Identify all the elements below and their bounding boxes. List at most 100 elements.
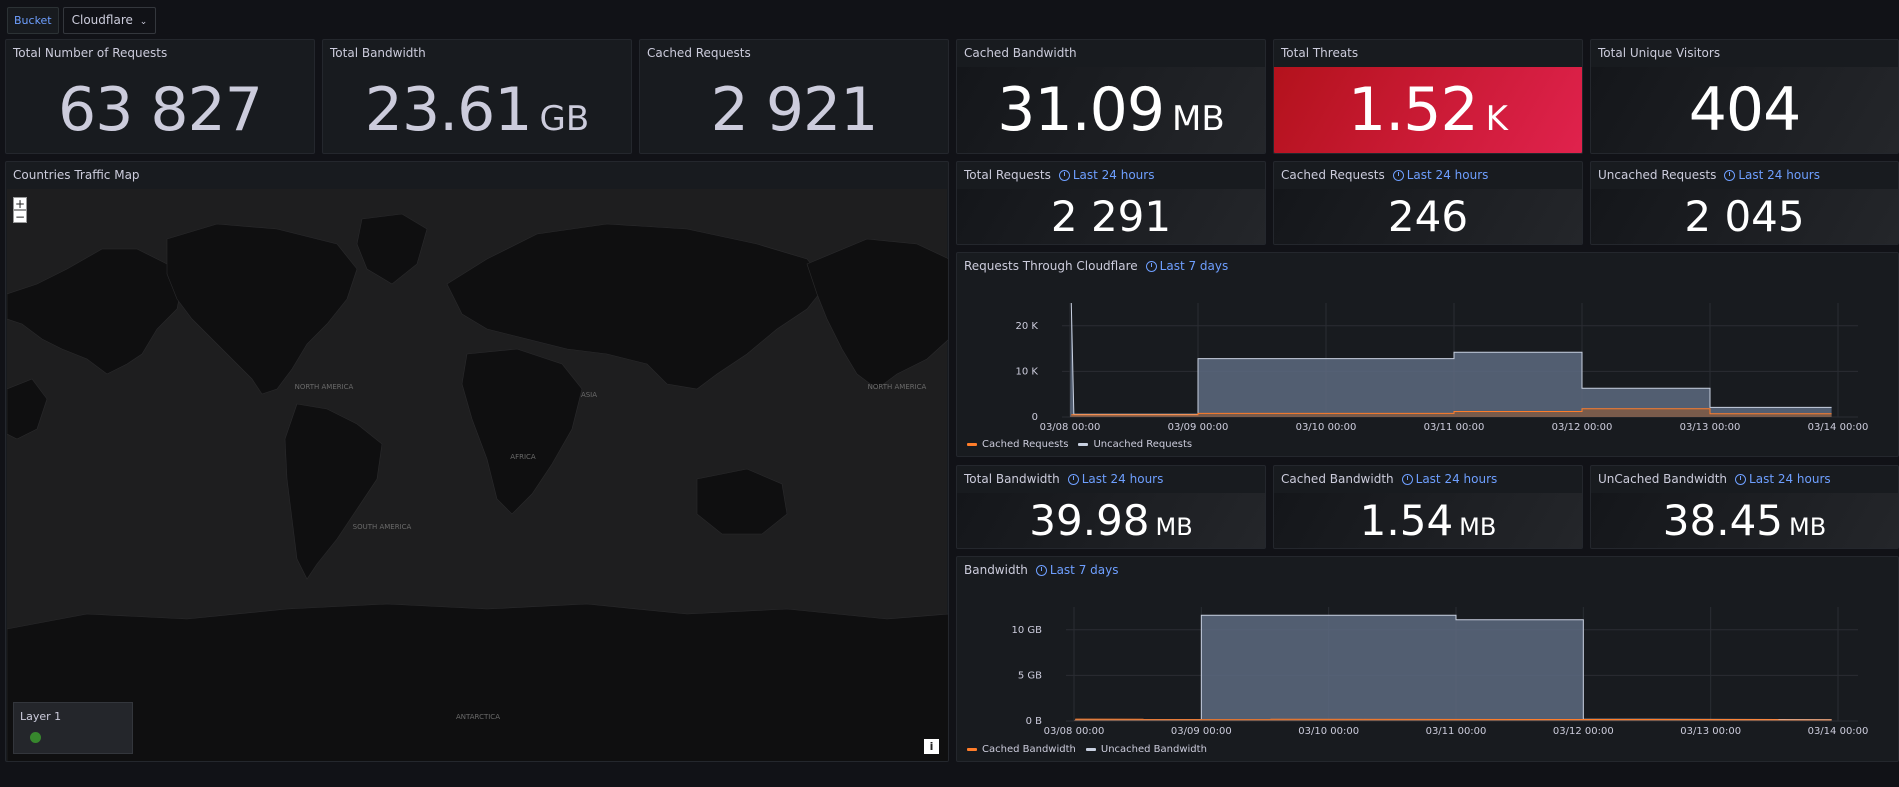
info-button[interactable]: i — [924, 739, 939, 754]
datasource-value: Cloudflare — [71, 13, 133, 27]
panel-title: Total Unique Visitors — [1598, 46, 1721, 60]
legend-label: Cached Requests — [982, 439, 1069, 450]
time-range-badge[interactable]: Last 24 hours — [1724, 168, 1820, 182]
map-label: SOUTH AMERICA — [353, 523, 412, 531]
panel-title: Total Threats — [1281, 46, 1359, 60]
map-label: AFRICA — [510, 453, 536, 461]
stat-value: 2 291 — [1050, 191, 1172, 241]
stat-total-bandwidth[interactable]: Total Bandwidth 23.61 GB — [322, 39, 632, 154]
legend-item[interactable]: Cached Requests — [967, 439, 1068, 450]
stat-value: 63 827 — [58, 75, 263, 145]
x-tick-label: 03/08 00:00 — [1040, 422, 1101, 433]
stat-unit: MB — [1789, 512, 1827, 541]
stat-total-requests-24h[interactable]: Total Requests Last 24 hours 2 291 — [956, 161, 1266, 245]
panel-title: UnCached Bandwidth — [1598, 472, 1728, 486]
continent-south-america — [284, 403, 383, 580]
panel-title: Cached Requests — [647, 46, 751, 60]
stat-value: 38.45 — [1662, 495, 1784, 545]
world-map[interactable]: NORTH AMERICA ASIA NORTH AMERICA AFRICA … — [7, 189, 948, 761]
stat-value: 1.54 — [1359, 495, 1454, 545]
x-tick-label: 03/10 00:00 — [1298, 726, 1359, 737]
x-tick-label: 03/14 00:00 — [1808, 422, 1869, 433]
variables-bar: Bucket Cloudflare ⌄ — [7, 7, 157, 34]
bucket-variable-label: Bucket — [7, 7, 59, 34]
clock-icon — [1392, 169, 1404, 181]
legend-label: Uncached Bandwidth — [1100, 744, 1207, 755]
clock-icon — [1058, 169, 1070, 181]
requests-chart[interactable]: 03/08 00:00 03/09 00:00 03/10 00:00 03/11 0… — [957, 253, 1899, 457]
y-tick-label: 20 K — [1016, 321, 1039, 332]
legend-item[interactable]: Cached Bandwidth — [967, 744, 1076, 755]
legend-label: Uncached Requests — [1093, 439, 1193, 450]
y-tick-label: 0 — [1032, 412, 1038, 423]
continent-north-america — [166, 223, 358, 395]
panel-title: Cached Requests — [1281, 168, 1385, 182]
stat-value: 1.52 — [1348, 75, 1479, 145]
x-tick-label: 03/11 00:00 — [1426, 726, 1487, 737]
time-range-label: Last 24 hours — [1415, 472, 1498, 486]
stat-cached-bandwidth[interactable]: Cached Bandwidth 31.09 MB — [956, 39, 1266, 154]
map-label: ANTARCTICA — [456, 713, 500, 721]
time-range-label: Last 24 hours — [1749, 472, 1831, 486]
stat-cached-requests-24h[interactable]: Cached Requests Last 24 hours 246 — [1273, 161, 1583, 245]
y-tick-label: 5 GB — [1018, 670, 1042, 681]
stat-uncached-requests-24h[interactable]: Uncached Requests Last 24 hours 2 045 — [1590, 161, 1899, 245]
time-range-badge[interactable]: Last 24 hours — [1735, 472, 1831, 486]
zoom-out-button[interactable]: − — [13, 210, 27, 224]
continent-north-america-east-edge — [806, 238, 948, 390]
x-tick-label: 03/12 00:00 — [1553, 726, 1614, 737]
stat-uncached-bandwidth-24h[interactable]: UnCached Bandwidth Last 24 hours 38.45 MB — [1590, 465, 1899, 549]
stat-value: 2 045 — [1684, 191, 1805, 241]
map-label: NORTH AMERICA — [295, 383, 354, 391]
stat-unique-visitors[interactable]: Total Unique Visitors 404 — [1590, 39, 1899, 154]
continent-australia — [696, 468, 788, 535]
stat-total-bandwidth-24h[interactable]: Total Bandwidth Last 24 hours 39.98 MB — [956, 465, 1266, 549]
legend-item[interactable]: Uncached Requests — [1078, 439, 1192, 450]
stat-cached-requests[interactable]: Cached Requests 2 921 — [639, 39, 949, 154]
bandwidth-chart[interactable]: 03/08 00:00 03/09 00:00 03/10 00:00 03/11 0… — [957, 557, 1899, 762]
chart-legend: Cached Requests Uncached Requests — [967, 439, 1192, 450]
time-range-badge[interactable]: Last 24 hours — [1067, 472, 1164, 486]
y-tick-label: 0 B — [1026, 716, 1043, 727]
clock-icon — [1401, 473, 1413, 485]
continent-greenland — [356, 213, 428, 285]
chart-legend: Cached Bandwidth Uncached Bandwidth — [967, 744, 1207, 755]
time-range-badge[interactable]: Last 24 hours — [1392, 168, 1489, 182]
time-range-label: Last 24 hours — [1406, 168, 1489, 182]
continent-antarctica — [7, 603, 948, 761]
time-range-label: Last 24 hours — [1072, 168, 1155, 182]
time-range-badge[interactable]: Last 24 hours — [1058, 168, 1155, 182]
x-tick-label: 03/11 00:00 — [1424, 422, 1485, 433]
x-tick-label: 03/12 00:00 — [1552, 422, 1613, 433]
time-range-badge[interactable]: Last 24 hours — [1401, 472, 1498, 486]
chevron-down-icon: ⌄ — [139, 17, 148, 27]
x-tick-label: 03/13 00:00 — [1680, 422, 1741, 433]
legend-item[interactable]: Uncached Bandwidth — [1085, 744, 1207, 755]
continent-africa — [461, 348, 583, 515]
map-label: NORTH AMERICA — [868, 383, 927, 391]
stat-total-threats[interactable]: Total Threats 1.52 K — [1273, 39, 1583, 154]
legend-label: Cached Bandwidth — [982, 744, 1076, 755]
panel-title: Cached Bandwidth — [964, 46, 1077, 60]
series-area-uncached — [1070, 303, 1832, 417]
stat-value: 39.98 — [1029, 495, 1150, 545]
clock-icon — [1724, 169, 1736, 181]
stat-total-requests[interactable]: Total Number of Requests 63 827 — [5, 39, 315, 154]
stat-unit: GB — [539, 99, 590, 139]
stat-cached-bandwidth-24h[interactable]: Cached Bandwidth Last 24 hours 1.54 MB — [1273, 465, 1583, 549]
layer-color-dot — [30, 732, 41, 743]
countries-traffic-map-panel[interactable]: Countries Traffic Map NORTH AMERICA ASIA… — [5, 161, 949, 762]
time-range-label: Last 24 hours — [1081, 472, 1164, 486]
stat-value: 2 921 — [710, 75, 879, 145]
stat-unit: K — [1485, 99, 1508, 139]
clock-icon — [1067, 473, 1079, 485]
requests-chart-panel[interactable]: Requests Through Cloudflare Last 7 days 0… — [956, 252, 1899, 457]
bandwidth-chart-panel[interactable]: Bandwidth Last 7 days 03/08 00:00 03/09 00… — [956, 556, 1899, 762]
datasource-select[interactable]: Cloudflare ⌄ — [62, 7, 157, 34]
x-tick-label: 03/09 00:00 — [1168, 422, 1229, 433]
zoom-in-button[interactable]: + — [13, 197, 27, 211]
series-area-uncached — [1074, 615, 1832, 721]
y-tick-label: 10 K — [1016, 366, 1039, 377]
map-label: ASIA — [581, 391, 597, 399]
panel-title: Total Bandwidth — [964, 472, 1060, 486]
